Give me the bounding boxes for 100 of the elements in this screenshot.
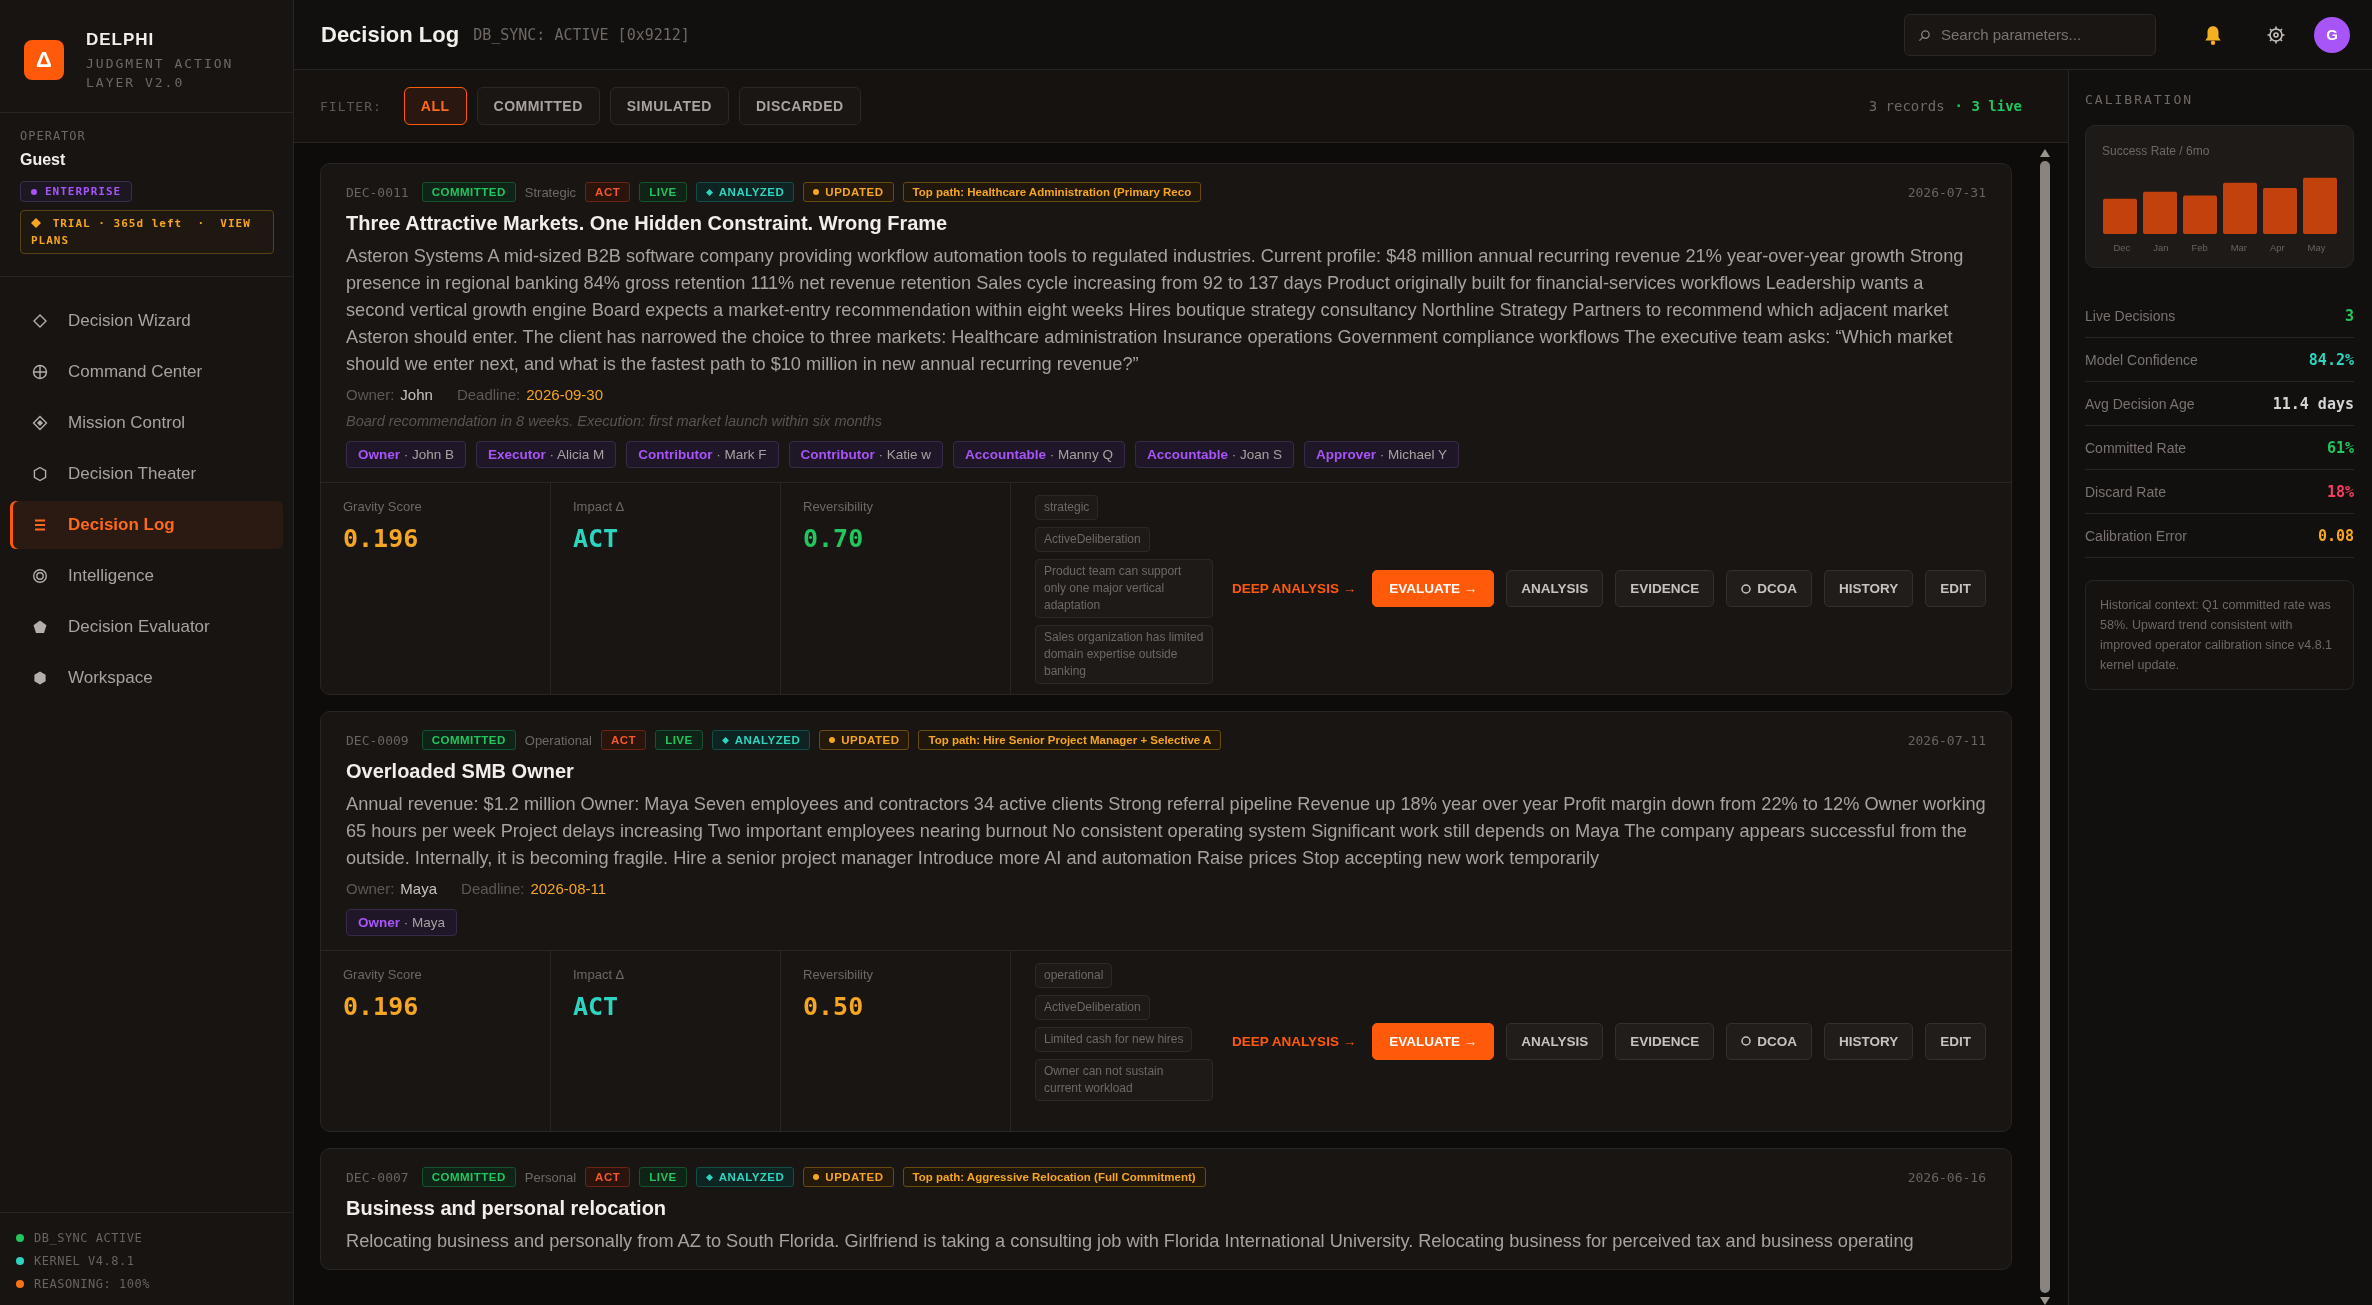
sync-status: DB_SYNC: ACTIVE [0x9212]	[473, 25, 690, 44]
stat-label: Calibration Error	[2085, 527, 2187, 544]
status-badge: COMMITTED	[421, 730, 516, 750]
decision-title: Three Attractive Markets. One Hidden Constraint. Wrong Frame	[346, 212, 948, 235]
logo: Δ	[24, 40, 64, 80]
diamond-icon	[31, 218, 41, 228]
nav-item[interactable]: Decision Wizard	[10, 297, 283, 345]
circle-icon	[1741, 583, 1752, 594]
nav-item[interactable]: Decision Log	[10, 501, 283, 549]
category-label: Strategic	[524, 184, 577, 200]
role-chip: Executor · Alicia M	[476, 441, 617, 468]
stat-label: Live Decisions	[2085, 307, 2176, 324]
deadline-date: 2026-08-11	[530, 880, 607, 897]
role-chip: Accountable · Joan S	[1134, 441, 1294, 468]
metric-value: ACT	[573, 524, 620, 553]
diamond-icon	[32, 313, 48, 329]
role-chip: Owner · John B	[346, 441, 467, 468]
updated-badge: UPDATED	[803, 182, 894, 202]
status-label: REASONING: 100%	[34, 1277, 150, 1291]
decision-id: DEC-0009	[346, 732, 409, 748]
stat-value: 84.2%	[2308, 350, 2354, 369]
live-badge: LIVE	[639, 182, 687, 202]
deep-analysis-link[interactable]: DEEP ANALYSIS →	[1232, 581, 1357, 596]
act-badge: ACT	[601, 730, 647, 750]
top-path-badge: Top path: Aggressive Relocation (Full Commitment)	[902, 1167, 1206, 1187]
month-label: Mar	[2230, 242, 2248, 253]
action-button[interactable]: EVIDENCE	[1615, 570, 1715, 607]
action-button[interactable]: HISTORY	[1823, 1022, 1914, 1060]
bar	[2103, 198, 2137, 234]
analyzed-badge: ANALYZED	[695, 182, 795, 202]
action-button[interactable]: HISTORY	[1823, 570, 1914, 607]
top-path-badge: Top path: Healthcare Administration (Primary Reco	[902, 182, 1202, 202]
decision-title: Overloaded SMB Owner	[346, 760, 574, 783]
scroll-down-icon[interactable]	[2040, 1297, 2050, 1305]
stat-label: Model Confidence	[2085, 351, 2198, 368]
status-badge: COMMITTED	[421, 1167, 516, 1187]
month-label: May	[2307, 242, 2326, 253]
tag: operational	[1035, 963, 1113, 988]
nav-item[interactable]: Decision Theater	[10, 450, 283, 498]
hexagon-icon	[32, 670, 48, 686]
filter-tab[interactable]: DISCARDED	[738, 87, 861, 125]
trial-banner[interactable]: TRIAL · 365d left · VIEW PLANS	[20, 210, 274, 254]
month-label: Jan	[2153, 242, 2169, 253]
updated-badge: UPDATED	[819, 730, 910, 750]
chart-title: Success Rate / 6mo	[2102, 144, 2211, 158]
role-chip: Accountable · Manny Q	[953, 441, 1125, 468]
hexagon-icon	[32, 466, 48, 482]
plan-badge: ENTERPRISE	[20, 181, 133, 202]
action-button[interactable]: EVIDENCE	[1615, 1022, 1715, 1060]
deadline-label: Deadline:	[461, 880, 525, 897]
month-label: Dec	[2113, 242, 2131, 253]
filter-tab[interactable]: ALL	[403, 87, 467, 125]
metric-value: ACT	[573, 992, 620, 1021]
records-count: 3 records	[1868, 98, 1945, 114]
filter-tab[interactable]: COMMITTED	[476, 87, 600, 125]
dcoa-button[interactable]: DCOA	[1726, 570, 1812, 607]
tag: Sales organization has limited domain expertise outside banking	[1035, 625, 1213, 684]
decision-note: Board recommendation in 8 weeks. Execution: first market launch within six months	[346, 413, 882, 429]
category-label: Operational	[524, 732, 592, 748]
act-badge: ACT	[585, 1167, 631, 1187]
action-button[interactable]: ANALYSIS	[1506, 570, 1604, 607]
role-chip: Contributor · Mark F	[626, 441, 779, 468]
diamond-icon	[32, 415, 48, 431]
stat-label: Avg Decision Age	[2085, 395, 2195, 412]
action-button[interactable]: EDIT	[1925, 570, 1986, 607]
owner-name: Maya	[400, 880, 438, 897]
metric-value: 0.70	[803, 524, 865, 553]
top-path-badge: Top path: Hire Senior Project Manager + Selective A	[918, 730, 1222, 750]
month-label: Apr	[2269, 242, 2285, 253]
nav-item[interactable]: Workspace	[10, 654, 283, 702]
decision-date: 2026-06-16	[1907, 1169, 1986, 1185]
action-button[interactable]: ANALYSIS	[1506, 1022, 1604, 1060]
scroll-up-icon[interactable]	[2040, 149, 2050, 157]
decision-description: Relocating business and personally from AZ to South Florida. Girlfriend is taking a consulting job with Florida International University. Relocating business for perceived tax and business operating	[346, 1230, 1914, 1253]
dcoa-button[interactable]: DCOA	[1726, 1022, 1812, 1060]
bar	[2183, 195, 2217, 234]
filter-tab[interactable]: SIMULATED	[609, 87, 729, 125]
status-label: DB_SYNC ACTIVE	[34, 1231, 143, 1245]
search-field[interactable]: Search parameters...	[1904, 13, 2156, 56]
avatar[interactable]: G	[2314, 16, 2350, 53]
nav-item[interactable]: Mission Control	[10, 399, 283, 447]
panel-title: CALIBRATION	[2085, 92, 2195, 107]
role-chip: Approver · Michael Y	[1303, 441, 1459, 468]
nav-item[interactable]: Intelligence	[10, 552, 283, 600]
nav-item[interactable]: Command Center	[10, 348, 283, 396]
bell-icon[interactable]	[2202, 23, 2224, 46]
metric-value: 0.50	[803, 992, 865, 1021]
search-icon	[1918, 28, 1931, 42]
live-badge: LIVE	[655, 730, 703, 750]
action-button[interactable]: EDIT	[1925, 1022, 1986, 1060]
target-icon	[32, 568, 48, 584]
stat-value: 11.4 days	[2272, 394, 2354, 413]
settings-icon[interactable]	[2266, 24, 2286, 45]
decision-description: Annual revenue: $1.2 million Owner: Maya Seven employees and contractors 34 active clients Strong referral pipeline Revenue up 18% year over year Profit margin down from 22% to 12% Owner working 65 hours per week Project delays increasing Two important employees nearing burnout No consistent operating system Significant work still depends on Maya The company appears successful from the outside. Internally, it is becoming fragile. Hire a senior project manager Introduce more AI and automation Raise prices Stop accepting new work temporarily	[346, 793, 1986, 870]
category-label: Personal	[524, 1169, 577, 1185]
deadline-label: Deadline:	[456, 386, 521, 403]
nav-item[interactable]: Decision Evaluator	[10, 603, 283, 651]
deep-analysis-link[interactable]: DEEP ANALYSIS →	[1232, 1033, 1357, 1049]
decision-date: 2026-07-31	[1907, 184, 1986, 200]
stat-label: Committed Rate	[2085, 439, 2187, 456]
